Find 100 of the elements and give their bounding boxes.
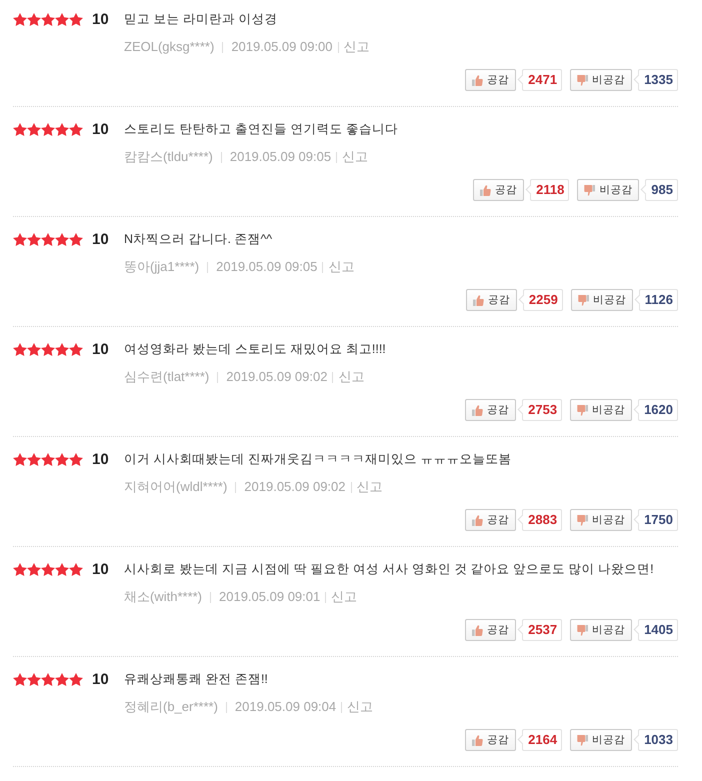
star-icon [27,12,41,26]
star-icon [27,122,41,136]
review-date: 2019.05.09 09:04 [234,698,336,716]
star-icon [13,562,27,576]
like-count: 2537 [517,619,562,641]
star-icon [55,452,69,466]
star-icon [13,12,27,26]
review-text: 믿고 보는 라미란과 이성경 [124,11,278,27]
review-text: 이거 시사회때봤는데 진짜개웃김ㅋㅋㅋㅋ재미있으 ㅠㅠㅠ오늘또봄 [124,451,512,467]
review-date: 2019.05.09 09:01 [219,588,320,606]
reviewer-name: 심수련(tlat****) [124,368,210,386]
rating-score: 10 [92,342,109,356]
like-count: 2118 [525,179,570,201]
star-icon [55,12,69,26]
reviewer-name: 정혜리(b_er****) [124,698,218,716]
dislike-button[interactable]: 비공감 [577,179,640,201]
star-icon [69,122,83,136]
thumbs-down-icon [578,294,589,306]
dislike-count: 985 [640,179,678,201]
thumbs-down-icon [577,734,588,746]
dislike-count: 1126 [634,289,678,311]
star-icon [27,232,41,246]
star-icon [55,672,69,686]
star-icon [41,122,55,136]
review-text: N차찍으러 갑니다. 존잼^^ [124,231,274,247]
like-count: 2753 [517,399,562,421]
review-date: 2019.05.09 09:00 [231,38,333,56]
star-icon [41,452,55,466]
review-date: 2019.05.09 09:05 [230,148,332,166]
thumbs-up-icon [472,514,484,526]
star-icon [69,562,83,576]
like-button[interactable]: 공감 [465,509,516,531]
like-count: 2471 [517,69,562,91]
star-icon [55,562,69,576]
dislike-count: 1033 [633,729,678,751]
star-icon [27,452,41,466]
dislike-button[interactable]: 비공감 [570,729,632,751]
like-button[interactable]: 공감 [465,69,516,91]
dislike-count: 1750 [633,509,678,531]
rating-score: 10 [92,12,109,26]
star-icon [69,672,83,686]
star-icon [55,232,69,246]
review-date: 2019.05.09 09:05 [216,258,318,276]
star-icon [27,562,41,576]
review-date: 2019.05.09 09:02 [244,478,346,496]
rating-score: 10 [92,452,109,466]
like-button[interactable]: 공감 [465,619,516,641]
star-icon [27,672,41,686]
star-icon [55,122,69,136]
star-icon [55,342,69,356]
like-count: 2164 [517,729,562,751]
thumbs-up-icon [472,74,484,86]
star-icon [69,12,83,26]
dislike-button[interactable]: 비공감 [570,69,632,91]
review-text: 시사회로 봤는데 지금 시점에 딱 필요한 여성 서사 영화인 것 같아요 앞으로도 많이 나왔으면! [124,561,655,577]
thumbs-down-icon [577,74,588,86]
review-date: 2019.05.09 09:02 [226,368,328,386]
dislike-count: 1405 [633,619,678,641]
like-count: 2883 [517,509,562,531]
dislike-count: 1335 [633,69,678,91]
thumbs-up-icon [480,184,492,196]
like-button[interactable]: 공감 [466,289,517,311]
thumbs-down-icon [577,624,588,636]
review-text: 스토리도 탄탄하고 출연진들 연기력도 좋습니다 [124,121,399,137]
reviewer-name: 캄캄스(tldu****) [124,148,213,166]
thumbs-up-icon [472,624,484,636]
star-icon [41,342,55,356]
star-icon [13,232,27,246]
dislike-count: 1620 [633,399,678,421]
thumbs-down-icon [584,184,596,196]
star-icon [69,232,83,246]
star-icon [41,232,55,246]
thumbs-down-icon [577,514,588,526]
thumbs-down-icon [577,404,588,416]
rating-score: 10 [92,122,109,136]
dislike-button[interactable]: 비공감 [570,289,633,311]
star-icon [41,562,55,576]
dislike-button[interactable]: 비공감 [570,399,632,421]
like-button[interactable]: 공감 [465,729,516,751]
review-text: 여성영화라 봤는데 스토리도 재밌어요 최고!!!! [124,341,387,357]
star-icon [27,342,41,356]
star-icon [13,342,27,356]
dislike-button[interactable]: 비공감 [570,509,632,531]
like-button[interactable]: 공감 [465,399,516,421]
thumbs-up-icon [472,294,484,306]
star-icon [13,122,27,136]
rating-score: 10 [92,562,109,576]
star-icon [69,452,83,466]
star-icon [13,672,27,686]
rating-score: 10 [92,672,109,686]
reviewer-name: 지혀어어(wldl****) [124,478,228,496]
star-icon [69,342,83,356]
thumbs-up-icon [472,404,484,416]
like-button[interactable]: 공감 [473,179,524,201]
reviewer-name: ZEOL(gksg****) [124,38,214,56]
reviewer-name: 채소(with****) [124,588,202,606]
thumbs-up-icon [472,734,484,746]
dislike-button[interactable]: 비공감 [570,619,632,641]
star-icon [41,672,55,686]
like-count: 2259 [518,289,563,311]
